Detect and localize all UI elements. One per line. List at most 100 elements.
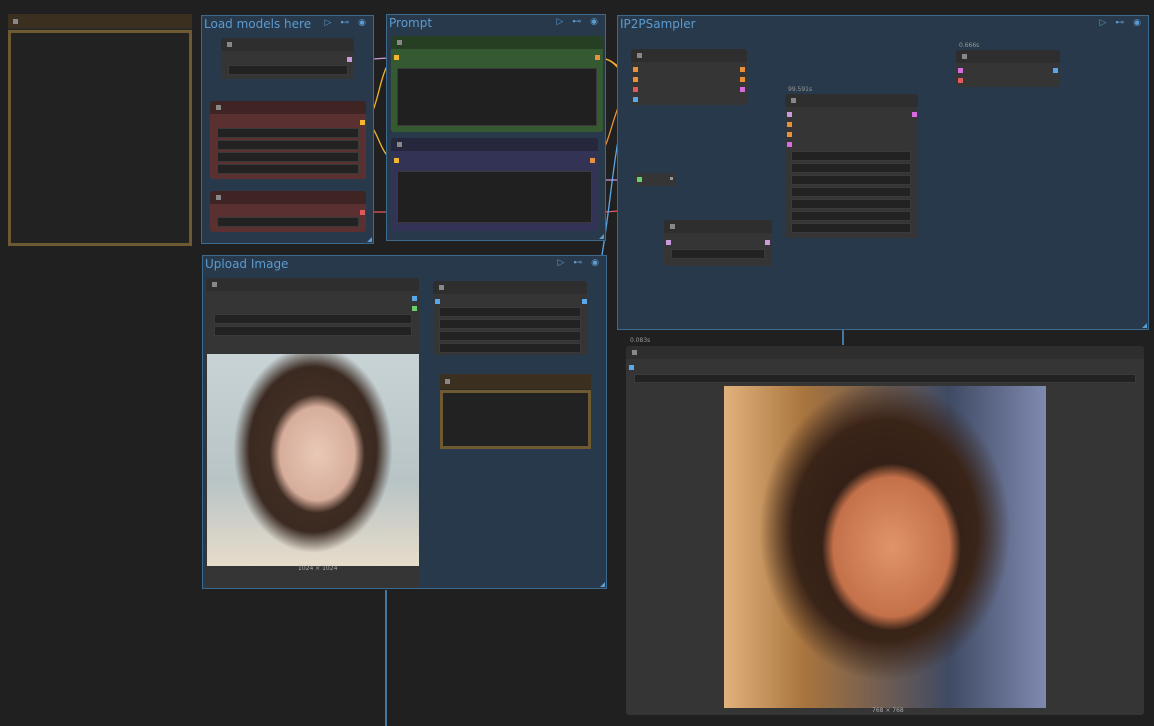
- image-size-label: 1024 × 1024: [298, 565, 338, 572]
- output-port[interactable]: [360, 210, 365, 215]
- node-widget[interactable]: [214, 314, 412, 324]
- node-widget[interactable]: [791, 223, 911, 233]
- collapse-dot[interactable]: [637, 53, 642, 58]
- note-node-small[interactable]: [440, 374, 591, 449]
- node-vae-loader[interactable]: [210, 191, 366, 232]
- collapse-dot[interactable]: [962, 54, 967, 59]
- input-port[interactable]: [958, 78, 963, 83]
- node-widget[interactable]: [791, 211, 911, 221]
- collapse-dot[interactable]: [791, 98, 796, 103]
- note-node-header: [8, 14, 192, 28]
- output-port[interactable]: [595, 55, 600, 60]
- input-port[interactable]: [394, 55, 399, 60]
- output-port[interactable]: [412, 296, 417, 301]
- node-widget[interactable]: [791, 163, 911, 173]
- node-widget[interactable]: [791, 187, 911, 197]
- output-port[interactable]: [412, 306, 417, 311]
- node-clip-loader[interactable]: [221, 38, 354, 79]
- group-title: Prompt: [389, 16, 433, 30]
- output-port[interactable]: [765, 240, 770, 245]
- input-port[interactable]: [633, 67, 638, 72]
- input-port[interactable]: [787, 142, 792, 147]
- node-widget[interactable]: [791, 175, 911, 185]
- collapse-dot[interactable]: [445, 379, 450, 384]
- group-controls-icons[interactable]: ▷ ⊷ ◉: [558, 258, 603, 268]
- node-reroute[interactable]: [636, 173, 676, 186]
- output-port[interactable]: [360, 120, 365, 125]
- resize-handle[interactable]: [599, 234, 604, 239]
- input-port[interactable]: [787, 112, 792, 117]
- input-port[interactable]: [787, 132, 792, 137]
- collapse-dot[interactable]: [670, 224, 675, 229]
- node-preview-image[interactable]: 768 × 768: [626, 346, 1144, 715]
- collapse-dot[interactable]: [216, 195, 221, 200]
- node-widget[interactable]: [217, 128, 359, 138]
- output-port[interactable]: [740, 87, 745, 92]
- node-empty-latent[interactable]: [664, 220, 772, 266]
- node-ksampler[interactable]: [785, 94, 918, 238]
- node-widget[interactable]: [671, 249, 765, 259]
- node-vae-decode[interactable]: [956, 50, 1060, 87]
- resize-handle[interactable]: [1142, 323, 1147, 328]
- note-textarea[interactable]: [8, 30, 192, 246]
- upload-widget[interactable]: [214, 326, 412, 336]
- input-port[interactable]: [629, 365, 634, 370]
- collapse-dot[interactable]: [439, 285, 444, 290]
- collapse-dot[interactable]: [216, 105, 221, 110]
- node-image-resize[interactable]: [433, 281, 587, 355]
- node-widget[interactable]: [439, 331, 581, 341]
- input-port[interactable]: [633, 97, 638, 102]
- node-timing: 0.666s: [959, 42, 980, 49]
- resize-handle[interactable]: [600, 582, 605, 587]
- node-widget[interactable]: [217, 152, 359, 162]
- note-node[interactable]: [8, 14, 192, 246]
- output-port[interactable]: [590, 158, 595, 163]
- node-widget[interactable]: [439, 343, 581, 353]
- input-port[interactable]: [435, 299, 440, 304]
- input-port[interactable]: [633, 77, 638, 82]
- input-port[interactable]: [394, 158, 399, 163]
- collapse-dot[interactable]: [13, 19, 18, 24]
- output-port[interactable]: [347, 57, 352, 62]
- output-port[interactable]: [912, 112, 917, 117]
- node-widget[interactable]: [439, 307, 581, 317]
- output-port[interactable]: [670, 177, 673, 180]
- node-widget[interactable]: [791, 151, 911, 161]
- collapse-dot[interactable]: [227, 42, 232, 47]
- output-port[interactable]: [582, 299, 587, 304]
- node-widget[interactable]: [217, 140, 359, 150]
- node-widget[interactable]: [228, 65, 348, 75]
- group-controls-icons[interactable]: ▷ ⊷ ◉: [557, 17, 602, 27]
- collapse-dot[interactable]: [212, 282, 217, 287]
- note-textarea[interactable]: [440, 390, 591, 449]
- node-widget[interactable]: [634, 374, 1136, 383]
- note-node-header: [440, 374, 591, 389]
- input-port[interactable]: [666, 240, 671, 245]
- prompt-textarea[interactable]: [397, 171, 592, 223]
- node-positive-prompt[interactable]: [391, 36, 603, 132]
- node-load-image[interactable]: 1024 × 1024: [206, 278, 419, 588]
- node-widget[interactable]: [217, 217, 359, 227]
- group-controls-icons[interactable]: ▷ ⊷ ◉: [1100, 18, 1145, 28]
- group-controls-icons[interactable]: ▷ ⊷ ◉: [325, 18, 370, 28]
- collapse-dot[interactable]: [397, 142, 402, 147]
- node-negative-prompt[interactable]: [391, 138, 598, 231]
- collapse-dot[interactable]: [397, 40, 402, 45]
- node-header: [221, 38, 354, 51]
- output-port[interactable]: [740, 77, 745, 82]
- resize-handle[interactable]: [367, 237, 372, 242]
- node-widget[interactable]: [217, 164, 359, 174]
- node-header: [664, 220, 772, 233]
- prompt-textarea[interactable]: [397, 68, 597, 126]
- output-port[interactable]: [740, 67, 745, 72]
- input-port[interactable]: [633, 87, 638, 92]
- node-checkpoint-loader[interactable]: [210, 101, 366, 179]
- output-port[interactable]: [1053, 68, 1058, 73]
- node-widget[interactable]: [791, 199, 911, 209]
- input-port[interactable]: [958, 68, 963, 73]
- input-port[interactable]: [787, 122, 792, 127]
- node-widget[interactable]: [439, 319, 581, 329]
- node-ip2p-conditioning[interactable]: [631, 49, 747, 105]
- collapse-dot[interactable]: [632, 350, 637, 355]
- input-port[interactable]: [637, 177, 642, 182]
